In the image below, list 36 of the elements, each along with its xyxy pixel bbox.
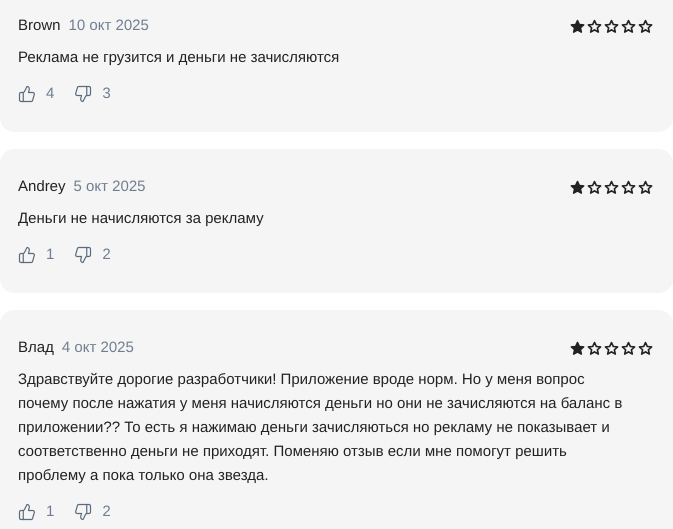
empty-star-icon [621,180,636,194]
thumbs-down-icon [74,85,92,103]
empty-star-icon [604,18,619,34]
filled-star-icon [570,18,585,34]
empty-star-icon [638,340,653,356]
review-date: 4 окт 2025 [62,338,134,358]
filled-star-icon [570,340,585,356]
empty-star-icon [587,180,602,194]
empty-star-icon [621,18,636,34]
author-name: Влад [18,338,54,358]
dislike-button[interactable]: 2 [74,244,111,266]
empty-star-icon [604,180,619,194]
thumbs-up-icon [18,246,36,264]
thumbs-up-icon [18,85,36,103]
author-name: Andrey [18,176,66,197]
like-button[interactable]: 1 [18,244,54,266]
author-name: Brown [18,16,61,36]
empty-star-icon [621,340,636,356]
empty-star-icon [587,18,602,34]
empty-star-icon [587,340,602,356]
review-text: Реклама не грузится и деньги не зачисляются [18,48,340,68]
empty-star-icon [638,180,653,194]
dislike-button[interactable]: 2 [74,500,111,524]
dislike-button[interactable]: 3 [74,82,111,106]
review-date: 10 окт 2025 [68,16,149,36]
like-button[interactable]: 4 [18,82,54,106]
review-date: 5 окт 2025 [74,176,146,197]
filled-star-icon [570,180,585,194]
empty-star-icon [604,340,619,356]
review-text: Деньги не начисляются за рекламу [18,209,265,229]
like-button[interactable]: 1 [18,500,54,524]
empty-star-icon [638,18,653,34]
thumbs-up-icon [18,503,36,521]
thumbs-down-icon [74,503,92,521]
review-text: Здравствуйте дорогие разработчики! Приложение вроде норм. Но у меня вопрос почему после нажатия у меня начисляются деньги но они не зачисляются на баланс в приложении?? То есть я нажимаю деньги зачисляються но рекламу не показывает и соответственно деньги не приходят. Поменяю отзыв если мне помогут решить проблему а пока только она звезда. [18,370,624,486]
thumbs-down-icon [74,246,92,264]
